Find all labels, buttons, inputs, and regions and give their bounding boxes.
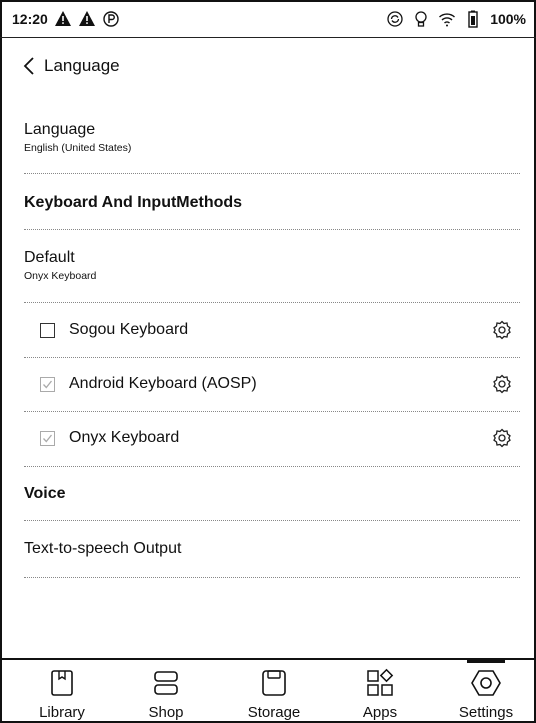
page-title: Language <box>44 56 120 75</box>
tts-output-setting[interactable]: Text-to-speech Output <box>24 540 520 558</box>
gear-icon[interactable] <box>492 320 512 340</box>
sync-icon <box>387 11 403 27</box>
divider <box>24 466 520 467</box>
nav-label: Storage <box>247 704 301 721</box>
gear-icon[interactable] <box>492 428 512 448</box>
status-bar: 12:20 100% <box>0 0 536 38</box>
sogou-checkbox[interactable] <box>40 322 55 338</box>
nav-label: Library <box>39 704 85 721</box>
bulb-icon <box>415 11 427 27</box>
alert-icon <box>78 11 95 26</box>
language-value: English (United States) <box>24 142 132 154</box>
gear-icon[interactable] <box>492 374 512 394</box>
nav-label: Settings <box>458 704 514 721</box>
android-checkbox[interactable] <box>40 376 55 392</box>
book-icon <box>51 670 73 696</box>
check-icon <box>43 434 53 442</box>
settings-icon <box>471 670 501 696</box>
divider <box>24 577 520 578</box>
nav-shop[interactable]: Shop <box>116 660 216 723</box>
battery-icon <box>468 10 478 28</box>
alert-icon <box>54 11 71 26</box>
nav-apps[interactable]: Apps <box>330 660 430 723</box>
status-time: 12:20 <box>12 11 48 27</box>
divider <box>24 520 520 521</box>
page-header[interactable]: Language <box>22 56 120 76</box>
onyx-checkbox[interactable] <box>40 430 55 446</box>
shop-icon <box>154 671 178 695</box>
default-keyboard-setting[interactable]: Default Onyx Keyboard <box>24 249 520 282</box>
storage-icon <box>262 670 286 696</box>
keyboard-row-android[interactable]: Android Keyboard (AOSP) <box>40 369 520 399</box>
language-title: Language <box>24 121 96 138</box>
nav-settings[interactable]: Settings <box>436 660 536 723</box>
voice-section-heading: Voice <box>24 485 66 502</box>
wifi-icon <box>439 13 456 27</box>
keyboard-label: Sogou Keyboard <box>69 321 189 338</box>
parking-icon <box>103 11 119 27</box>
divider <box>24 229 520 230</box>
keyboard-row-onyx[interactable]: Onyx Keyboard <box>40 423 520 453</box>
keyboard-section-heading: Keyboard And InputMethods <box>24 194 243 211</box>
keyboard-label: Onyx Keyboard <box>69 429 180 446</box>
back-arrow-icon[interactable] <box>22 56 36 76</box>
keyboard-label: Android Keyboard (AOSP) <box>69 375 257 392</box>
default-value: Onyx Keyboard <box>24 270 97 282</box>
nav-storage[interactable]: Storage <box>224 660 324 723</box>
default-title: Default <box>24 249 75 266</box>
screen-frame <box>0 0 536 723</box>
apps-icon <box>367 668 394 696</box>
nav-library[interactable]: Library <box>12 660 112 723</box>
bottom-nav: Library Shop Storage Apps Settings <box>0 658 536 723</box>
check-icon <box>43 380 53 388</box>
divider <box>24 357 520 358</box>
keyboard-row-sogou[interactable]: Sogou Keyboard <box>40 315 520 345</box>
divider <box>24 302 520 303</box>
language-setting[interactable]: Language English (United States) <box>24 121 520 154</box>
battery-level: 100% <box>490 11 526 27</box>
nav-label: Apps <box>362 704 398 721</box>
nav-label: Shop <box>148 704 184 721</box>
divider <box>24 411 520 412</box>
divider <box>24 173 520 174</box>
